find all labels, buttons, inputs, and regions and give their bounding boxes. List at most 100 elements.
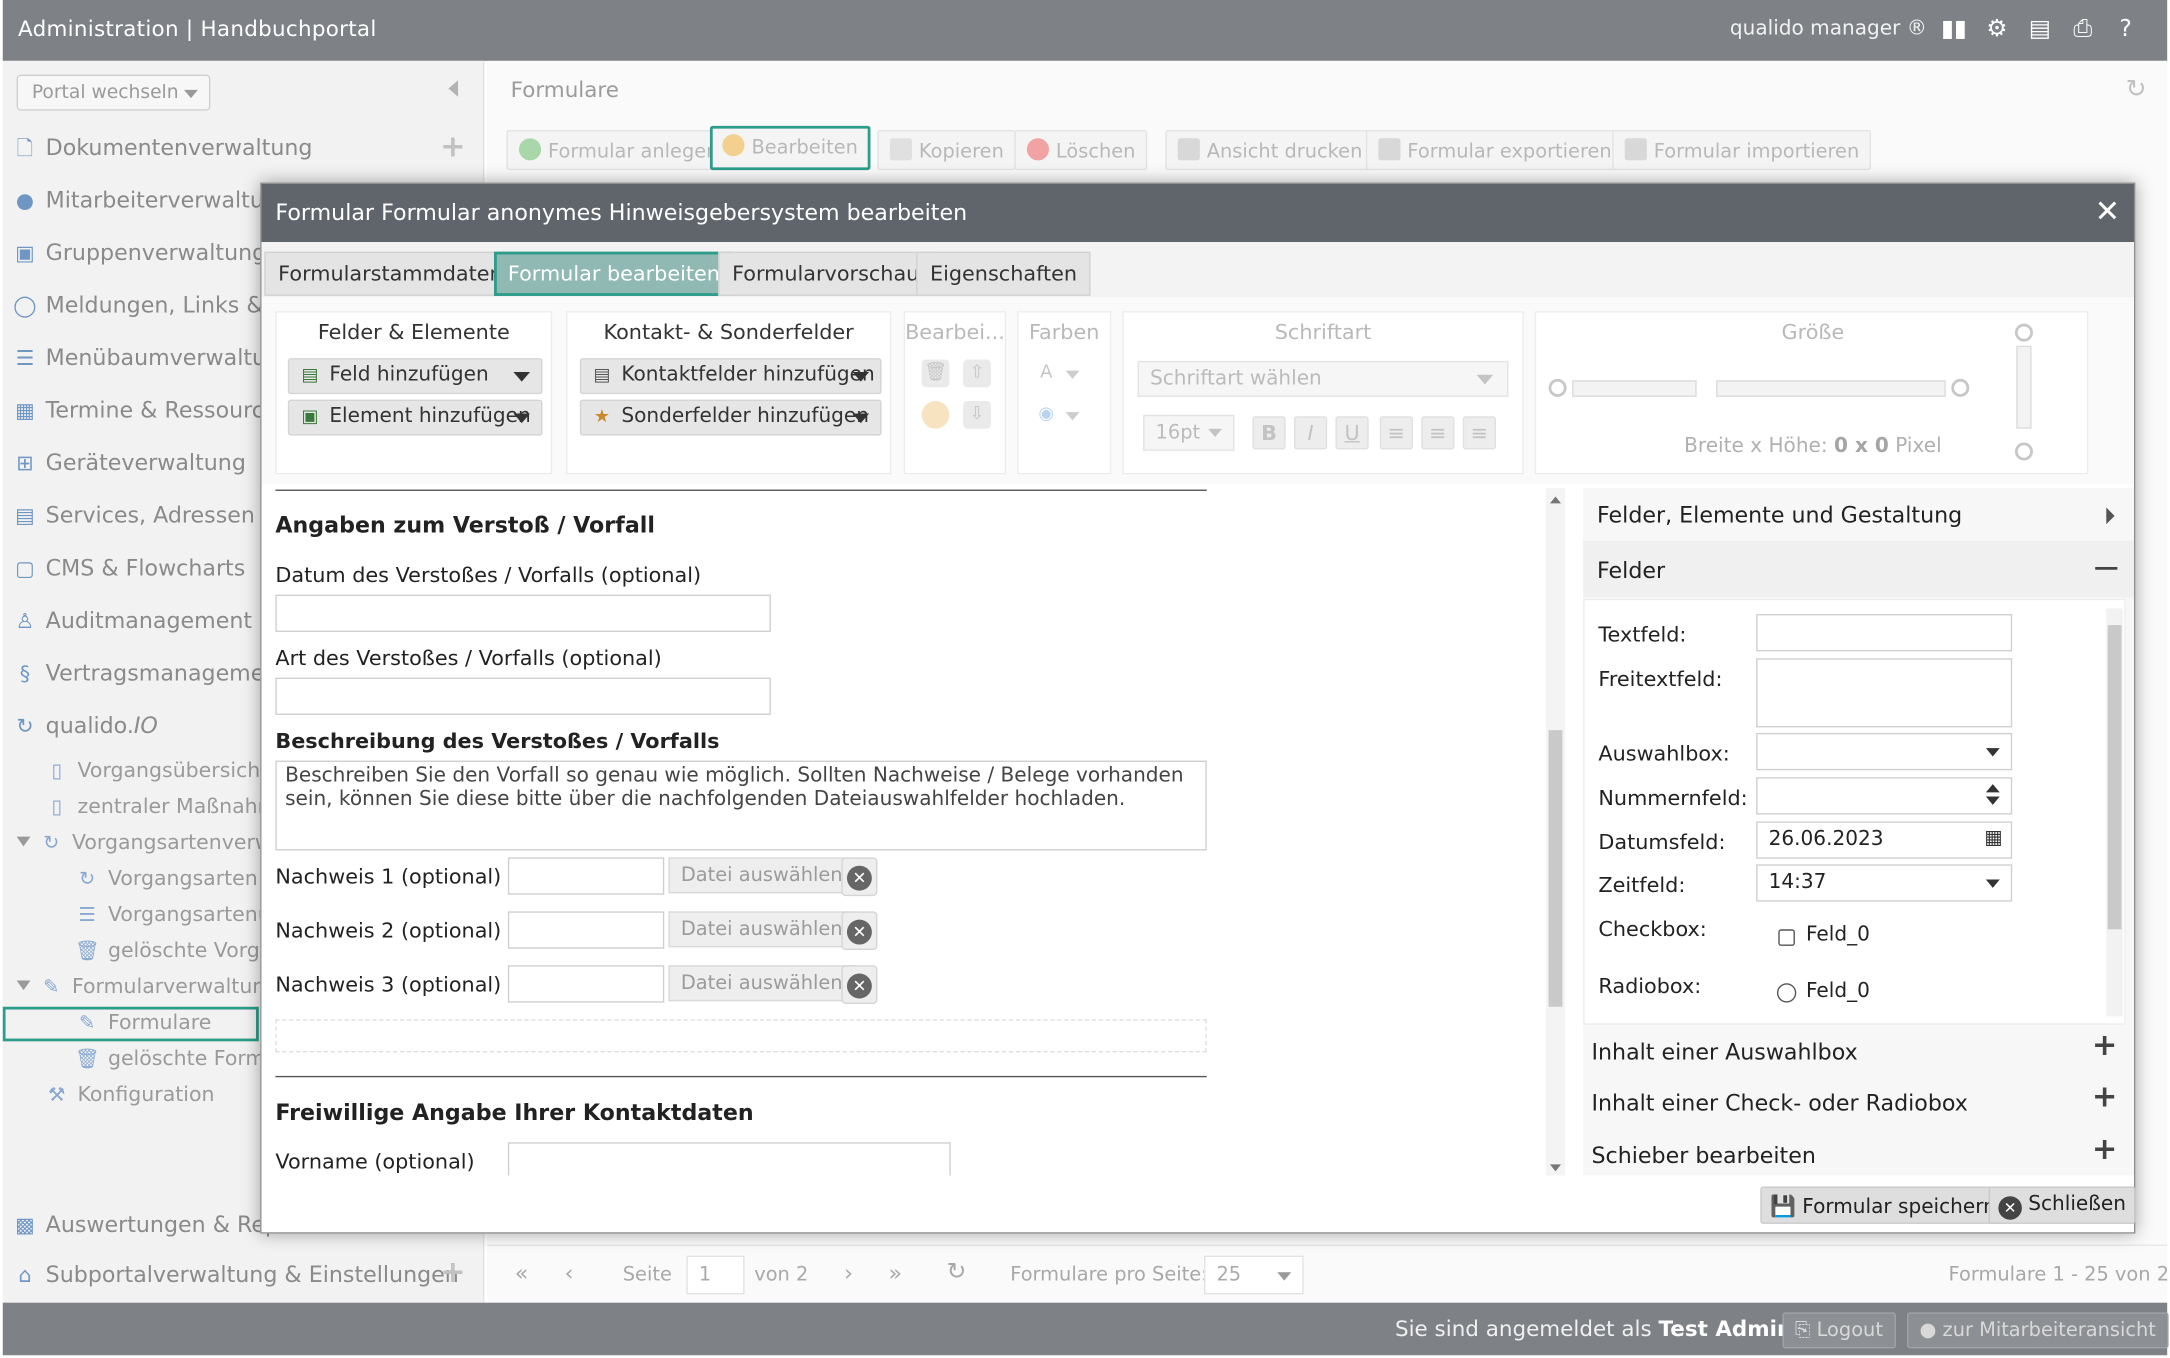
tree-item-massnahmen[interactable]: ▯ zentraler Maßnahm <box>44 795 277 825</box>
archive-icon[interactable]: ▤ <box>2025 14 2055 44</box>
sidebar-item-services[interactable]: ▤ Services, Adressen & S <box>11 502 300 535</box>
type-input[interactable] <box>275 677 771 715</box>
section-slider[interactable]: Schieber bearbeiten <box>1583 1142 2134 1168</box>
date-input[interactable] <box>275 594 771 632</box>
pencil-icon[interactable] <box>921 401 950 429</box>
sidebar-item-qualido-io[interactable]: ↻ qualido.IO <box>11 712 158 745</box>
sidebar-item-vertrag[interactable]: § Vertragsmanagement <box>11 660 287 693</box>
sidebar-item-meldungen[interactable]: ◯ Meldungen, Links & F <box>11 292 283 325</box>
print-icon[interactable]: ⎙ <box>2068 14 2098 44</box>
import-form-button[interactable]: Formular importieren <box>1612 129 1872 171</box>
remove-file-button[interactable]: ✕ <box>841 965 878 1004</box>
gears-icon[interactable]: ⚙ <box>1982 14 2012 44</box>
section-select-content[interactable]: Inhalt einer Auswahlbox <box>1583 1039 2134 1065</box>
minus-circle-icon[interactable] <box>1548 378 1567 397</box>
employee-view-button[interactable]: ● zur Mitarbeiteransicht <box>1907 1312 2169 1349</box>
tab-eigenschaften[interactable]: Eigenschaften <box>916 251 1091 296</box>
expand-icon[interactable] <box>16 836 31 847</box>
height-slider[interactable] <box>2016 345 2032 429</box>
sidebar-item-auswertungen[interactable]: ▩ Auswertungen & Repo <box>11 1211 293 1244</box>
trash-icon[interactable]: 🗑 <box>921 359 950 388</box>
form-scrollbar[interactable] <box>1545 488 1566 1176</box>
close-dialog-button[interactable]: ✕ Schließen <box>1988 1186 2136 1224</box>
select-sample[interactable] <box>1756 732 2013 771</box>
delete-button[interactable]: Löschen <box>1014 129 1148 171</box>
sidebar-item-cms[interactable]: ▢ CMS & Flowcharts <box>11 555 245 588</box>
scroll-up-icon[interactable] <box>1549 496 1562 504</box>
plus-icon[interactable]: + <box>2092 1029 2118 1064</box>
refresh-icon[interactable]: ↻ <box>947 1258 967 1286</box>
sidebar-item-termine[interactable]: ▦ Termine & Ressourcen <box>11 397 292 430</box>
underline-icon[interactable]: U <box>1335 416 1369 450</box>
number-sample[interactable] <box>1756 777 2013 815</box>
last-page-icon[interactable]: » <box>888 1260 902 1286</box>
choose-file-button[interactable]: Datei auswählen <box>668 911 856 948</box>
tree-item-geloeschte-formulare[interactable]: 🗑 gelöschte Formu <box>75 1047 279 1077</box>
sidebar-item-menuebaum[interactable]: ☰ Menübaumverwaltung <box>11 344 295 377</box>
choose-file-button[interactable]: Datei auswählen <box>668 965 856 1002</box>
font-color-icon[interactable]: A <box>1032 360 1060 388</box>
expand-icon[interactable] <box>16 980 31 991</box>
plus-circle-icon[interactable] <box>1951 378 1970 397</box>
add-icon[interactable]: + <box>440 1256 466 1291</box>
description-textarea[interactable]: Beschreiben Sie den Vorfall so genau wie… <box>275 760 1207 851</box>
prev-page-icon[interactable]: ‹ <box>565 1260 574 1286</box>
align-left-icon[interactable]: ≡ <box>1379 416 1413 450</box>
export-form-button[interactable]: Formular exportieren <box>1365 129 1625 171</box>
file-input[interactable] <box>507 965 665 1003</box>
sidebar-item-dokumentenverwaltung[interactable]: 🗋 Dokumentenverwaltung <box>11 134 313 167</box>
caret-down-icon[interactable] <box>1065 370 1080 379</box>
file-input[interactable] <box>507 911 665 949</box>
add-element-button[interactable]: ▣ Element hinzufügen <box>287 399 543 436</box>
remove-file-button[interactable]: ✕ <box>841 911 878 951</box>
remove-file-button[interactable]: ✕ <box>841 857 878 897</box>
tree-item-vorgangsuebersicht[interactable]: ▯ Vorgangsübersicht <box>44 759 268 789</box>
add-icon[interactable]: + <box>440 130 466 165</box>
next-page-icon[interactable]: › <box>844 1260 853 1286</box>
width-slider-right[interactable] <box>1716 380 1946 397</box>
text-field-sample[interactable] <box>1756 614 2013 652</box>
fields-section-header[interactable]: Felder <box>1583 540 2134 598</box>
fill-color-icon[interactable]: ◉ <box>1032 401 1060 429</box>
tree-item-formulare[interactable]: ✎ Formulare <box>75 1011 211 1041</box>
barcode-icon[interactable]: ▮▮ <box>1939 14 1969 44</box>
add-contact-fields-button[interactable]: ▤ Kontaktfelder hinzufügen <box>579 358 882 395</box>
font-size-select[interactable]: 16pt <box>1143 414 1235 451</box>
refresh-icon[interactable]: ↻ <box>2126 75 2147 104</box>
tab-formularstammdaten[interactable]: Formularstammdaten <box>264 251 517 296</box>
tree-item-geloeschte-vorgaenge[interactable]: 🗑 gelöschte Vorgar <box>75 939 281 969</box>
logout-button[interactable]: ⎘ Logout <box>1782 1312 1896 1349</box>
sidebar-item-mitarbeiterverwaltung[interactable]: ● Mitarbeiterverwaltung <box>11 187 292 220</box>
scroll-thumb[interactable] <box>1548 730 1563 1007</box>
help-icon[interactable]: ? <box>2110 14 2140 44</box>
width-slider-left[interactable] <box>1572 380 1697 397</box>
tree-item-vorgangsartenverwaltung[interactable]: ↻ Vorgangsartenverw <box>16 831 272 861</box>
sidebar-item-gruppenverwaltung[interactable]: ▣ Gruppenverwaltung <box>11 239 266 272</box>
per-page-select[interactable]: 25 <box>1203 1255 1304 1295</box>
copy-button[interactable]: Kopieren <box>877 129 1017 171</box>
portal-select[interactable]: Portal wechseln <box>16 74 211 111</box>
plus-icon[interactable]: + <box>2092 1133 2118 1168</box>
panel-header[interactable]: Felder, Elemente und Gestaltung <box>1583 502 2134 528</box>
sidebar-item-subportal[interactable]: ⌂ Subportalverwaltung & Einstellungen <box>11 1261 459 1294</box>
spin-up-icon[interactable] <box>1985 784 2000 793</box>
save-form-button[interactable]: 💾 Formular speichern <box>1760 1186 2006 1224</box>
move-up-icon[interactable]: ⇧ <box>963 359 991 388</box>
caret-down-icon[interactable] <box>1065 412 1080 421</box>
fields-scrollbar[interactable] <box>2106 608 2123 1017</box>
calendar-icon[interactable]: ▦ <box>1984 827 2002 849</box>
italic-icon[interactable]: I <box>1293 416 1328 450</box>
date-sample[interactable]: 26.06.2023 ▦ <box>1756 821 2013 859</box>
edit-button[interactable]: Bearbeiten <box>709 125 871 171</box>
first-page-icon[interactable]: « <box>515 1260 529 1286</box>
sidebar-item-audit[interactable]: ♙ Auditmanagement <box>11 607 252 640</box>
tree-item-vorgangsarten[interactable]: ↻ Vorgangsarten <box>75 867 258 897</box>
tab-formularvorschau[interactable]: Formularvorschau <box>718 251 934 296</box>
plus-circle-icon[interactable] <box>2014 323 2033 342</box>
sidebar-item-geraete[interactable]: ⊞ Geräteverwaltung <box>11 449 246 482</box>
close-icon[interactable]: ✕ <box>2095 195 2121 230</box>
file-input[interactable] <box>507 857 665 895</box>
spin-down-icon[interactable] <box>1985 796 2000 805</box>
bold-icon[interactable]: B <box>1252 416 1286 450</box>
plus-icon[interactable]: + <box>2092 1080 2118 1115</box>
